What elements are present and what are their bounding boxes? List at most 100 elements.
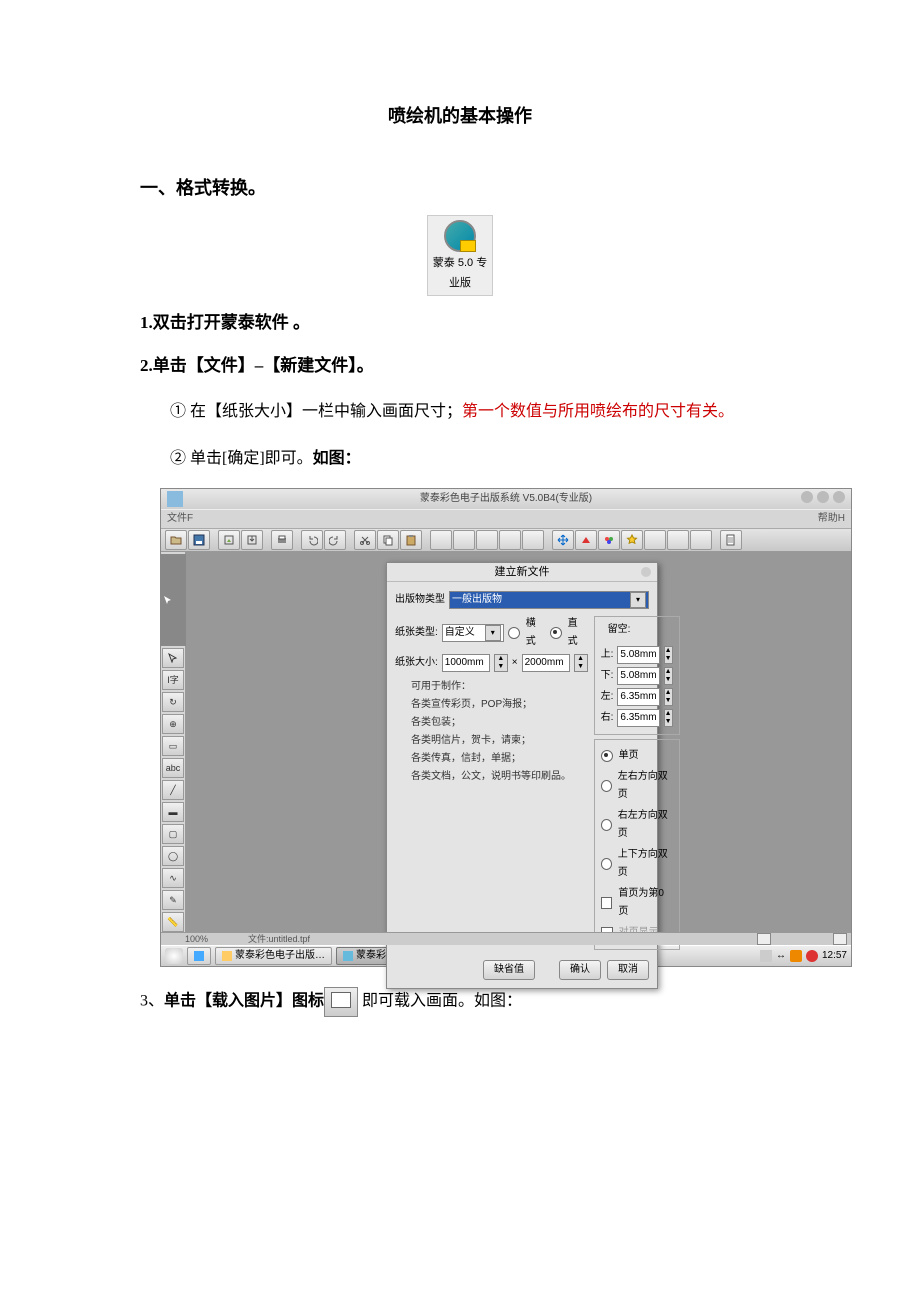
menu-help[interactable]: 帮助H — [818, 510, 845, 528]
app-desktop-icon[interactable]: 蒙泰 5.0 专业版 — [427, 215, 493, 297]
margin-bottom-spin[interactable]: ▲▼ — [664, 667, 673, 685]
scroll-box-icon[interactable] — [833, 933, 847, 945]
chevron-down-icon: ▾ — [485, 625, 501, 641]
quicklaunch-icon[interactable] — [187, 947, 211, 965]
paper-size-label: 纸张大小: — [395, 654, 438, 672]
tool-abc[interactable]: abc — [162, 758, 184, 778]
toolbar-group5-icon[interactable] — [522, 530, 544, 550]
menu-file[interactable]: 文件F — [167, 510, 193, 528]
ok-button[interactable]: 确认 — [559, 960, 601, 980]
tool-pen[interactable]: ✎ — [162, 890, 184, 910]
step-2-sub-2: ② 单击[确定]即可。如图： — [170, 441, 780, 476]
margin-left-input[interactable]: 6.35mm — [617, 688, 659, 706]
margin-left-label: 左: — [601, 688, 614, 706]
tray-clock: 12:57 — [822, 947, 847, 965]
toolbar-cut-icon[interactable] — [354, 530, 376, 550]
first-page-zero-check[interactable] — [601, 897, 613, 909]
toolbar-group2-icon[interactable] — [453, 530, 475, 550]
toolbar-copy-icon[interactable] — [377, 530, 399, 550]
toolbar-paste-icon[interactable] — [400, 530, 422, 550]
page-single-radio[interactable] — [601, 750, 613, 762]
tool-text[interactable]: I字 — [162, 670, 184, 690]
toolbar-misc2-icon[interactable] — [667, 530, 689, 550]
paper-type-select[interactable]: 自定义 ▾ — [442, 624, 504, 642]
tool-roundrect[interactable]: ▢ — [162, 824, 184, 844]
tool-ellipse[interactable]: ◯ — [162, 846, 184, 866]
tool-rotate[interactable]: ↻ — [162, 692, 184, 712]
orient-v-label: 直式 — [568, 615, 588, 651]
load-image-toolbar-icon — [324, 987, 358, 1017]
toolbar-group1-icon[interactable] — [430, 530, 452, 550]
tray-icon[interactable] — [760, 950, 772, 962]
tool-rect[interactable]: ▭ — [162, 736, 184, 756]
pub-type-select[interactable]: 一般出版物 ▾ — [449, 591, 649, 609]
default-button[interactable]: 缺省值 — [483, 960, 535, 980]
toolbar-move-icon[interactable] — [552, 530, 574, 550]
taskbar-item-folder[interactable]: 蒙泰彩色电子出版… — [215, 947, 332, 965]
statusbar: 100% 文件:untitled.tpf — [161, 932, 851, 945]
toolbar-star-icon[interactable] — [621, 530, 643, 550]
margin-right-input[interactable]: 6.35mm — [617, 709, 659, 727]
margin-top-input[interactable]: 5.08mm — [617, 646, 659, 664]
tool-ruler[interactable]: 📏 — [162, 912, 184, 932]
margin-left-spin[interactable]: ▲▼ — [664, 688, 673, 706]
toolbar-color-icon[interactable] — [598, 530, 620, 550]
toolbar-group4-icon[interactable] — [499, 530, 521, 550]
toolbar-open-icon[interactable] — [165, 530, 187, 550]
margin-top-label: 上: — [601, 646, 614, 664]
step-2: 2.单击【文件】–【新建文件】。 — [140, 351, 780, 382]
step-2-sub-1: ① 在【纸张大小】一栏中输入画面尺寸；第一个数值与所用喷绘布的尺寸有关。 — [170, 394, 780, 429]
margin-bottom-input[interactable]: 5.08mm — [617, 667, 659, 685]
toolbar-shape-icon[interactable] — [575, 530, 597, 550]
page-tb-label: 上下方向双页 — [618, 846, 673, 882]
system-tray: ↔ 12:57 — [760, 947, 847, 965]
paper-type-label: 纸张类型: — [395, 624, 438, 642]
tool-zoom[interactable]: ⊕ — [162, 714, 184, 734]
toolbar-export-icon[interactable] — [241, 530, 263, 550]
toolbar-misc1-icon[interactable] — [644, 530, 666, 550]
dialog-close-icon[interactable] — [641, 567, 651, 577]
tool-line[interactable]: ╱ — [162, 780, 184, 800]
maximize-button[interactable] — [817, 491, 829, 503]
tray-status-icon[interactable] — [806, 950, 818, 962]
tool-fillrect[interactable]: ▬ — [162, 802, 184, 822]
orient-h-radio[interactable] — [508, 627, 520, 639]
canvas-area: 建立新文件 出版物类型 一般出版物 ▾ 纸张类型: — [186, 552, 851, 932]
tool-arrow[interactable] — [160, 554, 186, 646]
new-file-dialog: 建立新文件 出版物类型 一般出版物 ▾ 纸张类型: — [386, 562, 658, 989]
usable-for-block: 可用于制作： 各类宣传彩页，POP海报； 各类包装； 各类明信片，贺卡，请柬； … — [395, 678, 588, 786]
toolbar-misc3-icon[interactable] — [690, 530, 712, 550]
tool-wave[interactable]: ∿ — [162, 868, 184, 888]
margin-top-spin[interactable]: ▲▼ — [664, 646, 673, 664]
app-screenshot: 蒙泰彩色电子出版系统 V5.0B4(专业版) 文件F 帮助H — [160, 488, 852, 967]
close-button[interactable] — [833, 491, 845, 503]
workspace: I字 ↻ ⊕ ▭ abc ╱ ▬ ▢ ◯ ∿ ✎ 📏 建立新文件 出版物 — [161, 552, 851, 932]
toolbar-import-icon[interactable] — [218, 530, 240, 550]
app-icon-graphic — [444, 220, 476, 252]
toolbar-doc-icon[interactable] — [720, 530, 742, 550]
start-button[interactable] — [165, 948, 183, 964]
tool-pointer[interactable] — [162, 648, 184, 668]
page-rl-radio[interactable] — [601, 819, 612, 831]
size-width-spin[interactable]: ▲▼ — [494, 654, 508, 672]
margin-bottom-label: 下: — [601, 667, 614, 685]
tray-shield-icon[interactable] — [790, 950, 802, 962]
toolbar-undo-icon[interactable] — [301, 530, 323, 550]
first-page-zero-label: 首页为第0页 — [618, 885, 672, 921]
toolbar-save-icon[interactable] — [188, 530, 210, 550]
size-height-spin[interactable]: ▲▼ — [574, 654, 588, 672]
margin-right-spin[interactable]: ▲▼ — [664, 709, 673, 727]
page-lr-radio[interactable] — [601, 780, 612, 792]
size-width-input[interactable]: 1000mm — [442, 654, 490, 672]
toolbar-print-icon[interactable] — [271, 530, 293, 550]
toolbar-group3-icon[interactable] — [476, 530, 498, 550]
scroll-box-icon[interactable] — [757, 933, 771, 945]
page-tb-radio[interactable] — [601, 858, 612, 870]
orient-v-radio[interactable] — [550, 627, 562, 639]
size-height-input[interactable]: 2000mm — [522, 654, 570, 672]
minimize-button[interactable] — [801, 491, 813, 503]
page-rl-label: 右左方向双页 — [618, 807, 673, 843]
toolbar-redo-icon[interactable] — [324, 530, 346, 550]
window-title: 蒙泰彩色电子出版系统 V5.0B4(专业版) — [161, 490, 851, 508]
cancel-button[interactable]: 取消 — [607, 960, 649, 980]
